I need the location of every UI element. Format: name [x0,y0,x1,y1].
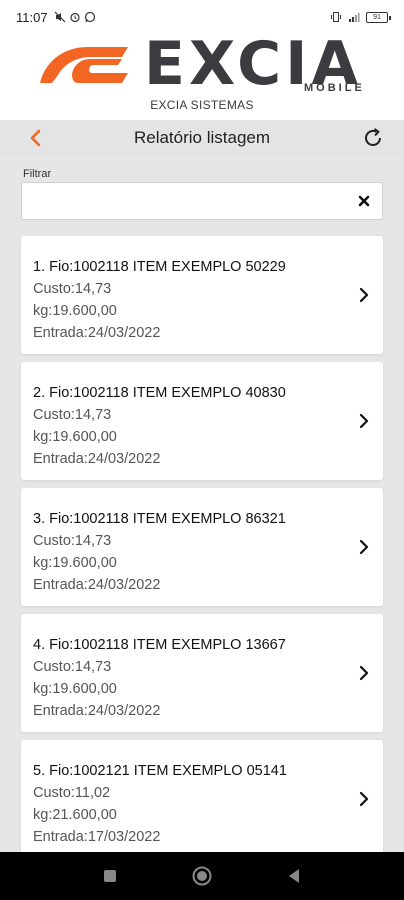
logo-mobile-label: MOBILE [304,82,365,94]
recents-button[interactable] [99,865,121,887]
list-item[interactable]: 1. Fio:1002118 ITEM EXEMPLO 50229 Custo:… [21,236,383,354]
list-item[interactable]: 2. Fio:1002118 ITEM EXEMPLO 40830 Custo:… [21,362,383,480]
back-triangle-icon [289,869,299,883]
item-entrada: Entrada:24/03/2022 [33,451,161,467]
chevron-right-icon [359,413,369,429]
home-button[interactable] [191,865,213,887]
back-button[interactable] [22,125,48,151]
list-item[interactable]: 5. Fio:1002121 ITEM EXEMPLO 05141 Custo:… [21,740,383,852]
mute-icon [54,11,66,23]
item-custo: Custo:14,73 [33,281,112,297]
report-list: 1. Fio:1002118 ITEM EXEMPLO 50229 Custo:… [21,236,383,852]
alarm-icon [69,12,80,23]
item-kg: kg:19.600,00 [33,555,117,571]
item-entrada: Entrada:17/03/2022 [33,829,161,845]
home-icon [192,866,212,886]
filter-box [21,182,383,220]
app-bar: Relatório listagem [0,120,404,156]
excia-logo-icon [40,47,128,83]
clear-filter-button[interactable] [356,193,372,209]
item-custo: Custo:14,73 [33,407,112,423]
item-kg: kg:19.600,00 [33,681,117,697]
signal-icon [349,13,360,22]
status-time: 11:07 [16,9,48,25]
item-kg: kg:19.600,00 [33,303,117,319]
list-item[interactable]: 3. Fio:1002118 ITEM EXEMPLO 86321 Custo:… [21,488,383,606]
item-title: 5. Fio:1002121 ITEM EXEMPLO 05141 [33,763,287,779]
item-custo: Custo:11,02 [33,785,111,801]
chevron-right-icon [359,287,369,303]
recents-icon [104,870,116,882]
content-area: Filtrar 1. Fio:1002118 ITEM EXEMPLO 5022… [0,156,404,852]
brand-subtitle: EXCIA SISTEMAS [150,98,254,112]
item-kg: kg:19.600,00 [33,429,117,445]
item-title: 2. Fio:1002118 ITEM EXEMPLO 40830 [33,385,286,401]
item-entrada: Entrada:24/03/2022 [33,577,161,593]
refresh-button[interactable] [360,125,386,151]
list-item[interactable]: 4. Fio:1002118 ITEM EXEMPLO 13667 Custo:… [21,614,383,732]
refresh-icon [365,128,381,146]
item-custo: Custo:14,73 [33,533,112,549]
system-nav-bar [0,852,404,900]
chevron-right-icon [359,539,369,555]
vibrate-icon [331,12,341,22]
chevron-right-icon [359,791,369,807]
brand-header: EXCIA MOBILE EXCIA SISTEMAS [0,34,404,120]
chevron-right-icon [359,665,369,681]
filter-label: Filtrar [23,168,52,180]
item-kg: kg:21.600,00 [33,807,117,823]
close-icon [358,195,370,207]
item-entrada: Entrada:24/03/2022 [33,703,161,719]
chevron-left-icon [30,129,41,147]
item-title: 1. Fio:1002118 ITEM EXEMPLO 50229 [33,259,286,275]
item-title: 4. Fio:1002118 ITEM EXEMPLO 13667 [33,637,286,653]
battery-level: 91 [373,13,381,21]
battery-icon: 91 [366,11,391,23]
item-custo: Custo:14,73 [33,659,112,675]
item-title: 3. Fio:1002118 ITEM EXEMPLO 86321 [33,511,286,527]
item-entrada: Entrada:24/03/2022 [33,325,161,341]
page-title: Relatório listagem [133,128,271,147]
nav-back-button[interactable] [283,865,305,887]
filter-input[interactable] [22,183,342,219]
whatsapp-icon [84,11,95,23]
